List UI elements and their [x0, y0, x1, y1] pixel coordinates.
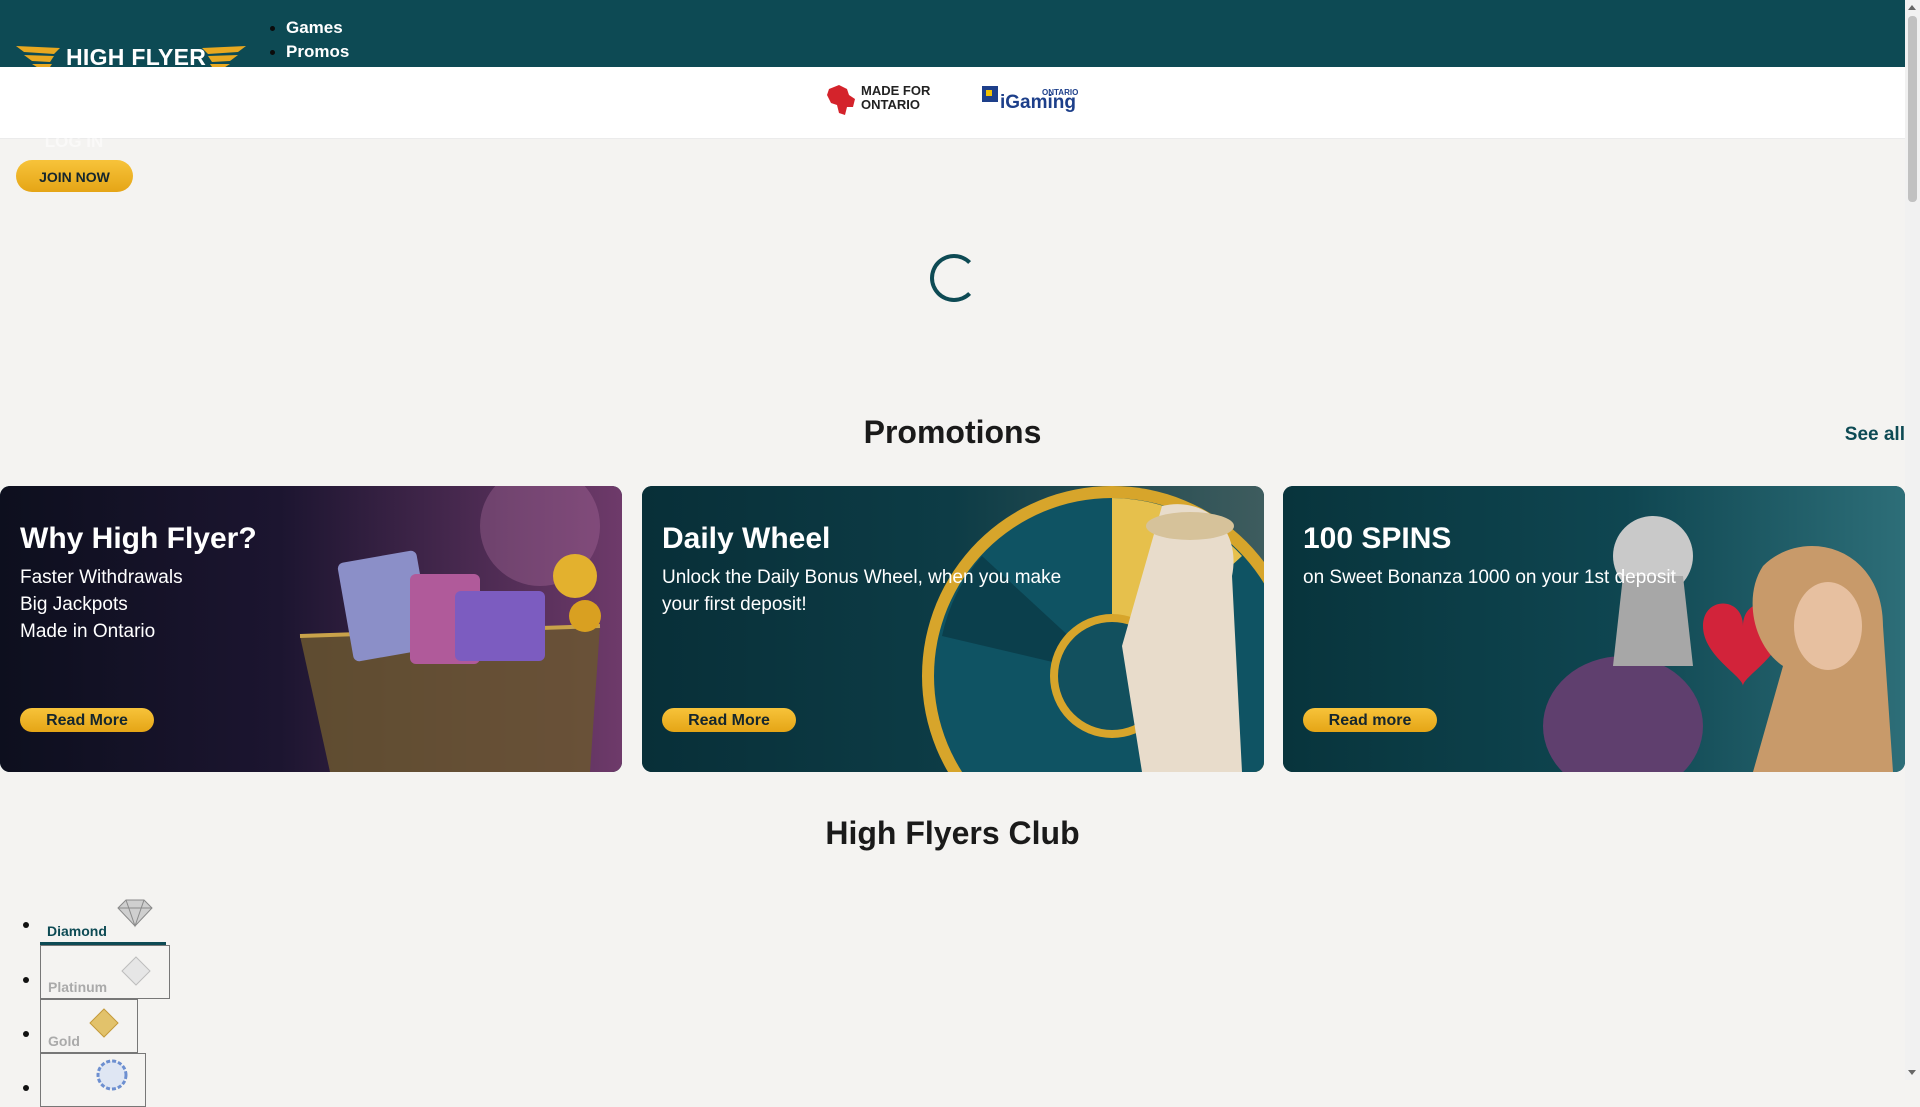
- promo-card-desc: Unlock the Daily Bonus Wheel, when you m…: [662, 564, 1082, 618]
- scroll-up-arrow-icon[interactable]: [1908, 5, 1916, 10]
- promotions-heading: Promotions: [863, 414, 1042, 450]
- made-for-ontario-badge: MADE FOR ONTARIO: [825, 83, 935, 119]
- igaming-badge-text: iGaming: [1000, 92, 1077, 113]
- trust-badges-band: [0, 67, 1905, 139]
- igaming-square-icon: [982, 86, 998, 102]
- scrollbar-thumb[interactable]: [1908, 16, 1917, 202]
- promo-card-daily-wheel[interactable]: Daily Wheel Unlock the Daily Bonus Wheel…: [642, 486, 1264, 772]
- read-more-button[interactable]: Read more: [1303, 708, 1437, 732]
- tier-list-item: Diamond: [23, 890, 170, 945]
- read-more-button[interactable]: Read More: [662, 708, 796, 732]
- promo-card-why-high-flyer[interactable]: Why High Flyer? Faster Withdrawals Big J…: [0, 486, 622, 772]
- login-button[interactable]: LOG IN: [16, 134, 132, 160]
- club-tier-list: Diamond Platinum Gold: [23, 890, 170, 1107]
- see-all-link[interactable]: See all: [1845, 424, 1905, 446]
- igaming-ontario-badge: ONTARIO iGaming: [980, 82, 1090, 118]
- promo-card-line: on Sweet Bonanza 1000 on your 1st deposi…: [1303, 567, 1676, 588]
- scroll-down-arrow-icon[interactable]: [1908, 1070, 1916, 1075]
- ontario-badge-line2: ONTARIO: [861, 97, 920, 112]
- silver-badge-icon: [96, 1059, 128, 1091]
- promo-card-title: Daily Wheel: [662, 522, 831, 555]
- tier-label: Gold: [48, 1033, 80, 1049]
- tier-tab-platinum[interactable]: Platinum: [40, 945, 170, 999]
- loading-spinner-icon: [930, 254, 978, 302]
- nav-item-promos[interactable]: Promos: [266, 40, 349, 64]
- tier-tab-silver[interactable]: [40, 1053, 146, 1107]
- read-more-button[interactable]: Read More: [20, 708, 154, 732]
- diamond-gem-icon: [117, 899, 153, 928]
- tier-list-item: [23, 1053, 170, 1107]
- tier-list-item: Gold: [23, 999, 170, 1053]
- page-scrollbar[interactable]: [1905, 0, 1920, 1080]
- promo-card-line: Made in Ontario: [20, 621, 156, 642]
- club-heading: High Flyers Club: [825, 815, 1080, 851]
- tier-label: Platinum: [48, 979, 108, 995]
- tier-tab-gold[interactable]: Gold: [40, 999, 138, 1053]
- promo-card-desc: Faster Withdrawals Big Jackpots Made in …: [20, 564, 440, 645]
- promo-card-title: Why High Flyer?: [20, 522, 257, 555]
- tier-list-item: Platinum: [23, 945, 170, 999]
- promo-card-line: Unlock the Daily Bonus Wheel, when you m…: [662, 567, 1062, 615]
- tier-label: Diamond: [47, 923, 107, 939]
- promo-card-100-spins[interactable]: 100 SPINS on Sweet Bonanza 1000 on your …: [1283, 486, 1905, 772]
- platinum-gem-icon: [121, 956, 151, 986]
- join-now-button[interactable]: JOIN NOW: [16, 160, 133, 192]
- promo-card-title: 100 SPINS: [1303, 522, 1452, 555]
- ontario-badge-line1: MADE FOR: [861, 83, 931, 98]
- promo-card-line: Big Jackpots: [20, 594, 128, 615]
- promo-card-desc: on Sweet Bonanza 1000 on your 1st deposi…: [1303, 564, 1783, 591]
- promo-card-line: Faster Withdrawals: [20, 567, 183, 588]
- nav-item-games[interactable]: Games: [266, 16, 349, 40]
- gold-gem-icon: [89, 1008, 119, 1038]
- tier-tab-diamond[interactable]: Diamond: [40, 890, 166, 945]
- ontario-map-icon: [827, 85, 855, 115]
